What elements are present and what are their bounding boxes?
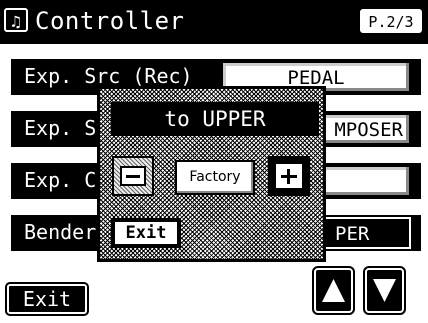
scroll-up-button[interactable] — [312, 266, 355, 315]
minus-bar — [126, 175, 140, 178]
title-bar: ♫ Controller P.2/3 — [0, 0, 428, 44]
controller-screen: ♫ Controller P.2/3 Exp. Src (Rec) PEDAL … — [0, 0, 428, 323]
down-triangle-icon — [373, 279, 396, 302]
popup-exit-button[interactable]: Exit — [111, 218, 181, 248]
row-label: Exp. Sr — [24, 116, 109, 140]
minus-icon — [120, 166, 146, 186]
page-title: Controller — [35, 7, 185, 35]
popup-title: to UPPER — [111, 102, 319, 136]
value-popup: to UPPER Factory Exit — [97, 86, 326, 262]
exit-button[interactable]: Exit — [5, 282, 89, 316]
decrement-button[interactable] — [112, 156, 154, 196]
row-label: Bender — [24, 220, 97, 244]
factory-button[interactable]: Factory — [175, 160, 255, 195]
music-note-icon: ♫ — [4, 8, 28, 32]
page-indicator: P.2/3 — [360, 9, 422, 33]
plus-icon — [274, 162, 304, 190]
plus-vertical — [287, 169, 290, 184]
increment-button[interactable] — [268, 156, 310, 196]
up-triangle-icon — [322, 279, 345, 302]
scroll-down-button[interactable] — [363, 266, 406, 315]
row-label: Exp. Cu — [24, 168, 109, 192]
row-label: Exp. Src (Rec) — [24, 64, 193, 88]
popup-exit-label: Exit — [114, 221, 178, 245]
